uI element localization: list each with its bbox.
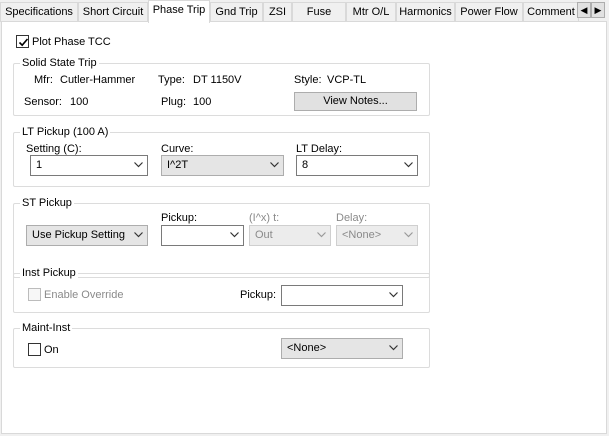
st-delay-select[interactable]: <None>: [336, 225, 418, 246]
checkmark-icon: [18, 38, 29, 47]
chevron-down-icon: [134, 232, 143, 238]
tab-phase-trip[interactable]: Phase Trip: [148, 0, 210, 23]
chevron-down-icon: [270, 162, 279, 168]
inst-pickup-title: Inst Pickup: [20, 266, 78, 280]
inst-pickup-label: Pickup:: [240, 289, 277, 301]
view-notes-button[interactable]: View Notes...: [294, 92, 417, 111]
plot-phase-tcc-checkbox[interactable]: [16, 35, 29, 48]
chevron-down-icon: [404, 162, 413, 168]
maint-inst-title: Maint-Inst: [20, 321, 73, 335]
lt-pickup-title: LT Pickup (100 A): [20, 125, 111, 139]
st-curve-value: Out: [255, 229, 273, 241]
tab-bar: Specifications Short Circuit Gnd Trip ZS…: [0, 0, 609, 23]
st-curve-label: (I^x) t:: [249, 212, 280, 224]
st-delay-label: Delay:: [336, 212, 368, 224]
maint-on-checkbox[interactable]: [28, 343, 41, 356]
maint-on-label: On: [44, 344, 59, 356]
lt-setting-value: 1: [36, 159, 43, 171]
lt-curve-value: I^2T: [167, 159, 189, 171]
lt-curve-label: Curve:: [161, 143, 194, 155]
tab-short-circuit[interactable]: Short Circuit: [78, 2, 148, 22]
st-mode-select[interactable]: Use Pickup Setting: [26, 225, 148, 246]
chevron-down-icon: [230, 232, 239, 238]
chevron-down-icon: [317, 232, 326, 238]
enable-override-checkbox[interactable]: [28, 288, 41, 301]
plot-phase-tcc-label: Plot Phase TCC: [32, 36, 111, 48]
tab-harmonics[interactable]: Harmonics: [396, 2, 455, 22]
st-curve-select[interactable]: Out: [249, 225, 331, 246]
chevron-down-icon: [134, 162, 143, 168]
st-pickup-select[interactable]: [161, 225, 244, 246]
type-value: DT 1150V: [193, 74, 242, 86]
mfr-label: Mfr:: [34, 74, 53, 86]
mfr-value: Cutler-Hammer: [60, 74, 136, 86]
maint-inst-value: <None>: [287, 342, 327, 354]
tab-power-flow[interactable]: Power Flow: [455, 2, 523, 22]
enable-override-label: Enable Override: [44, 289, 124, 301]
tab-specifications[interactable]: Specifications: [0, 2, 78, 22]
st-pickup-label: Pickup:: [161, 212, 198, 224]
lt-delay-select[interactable]: 8: [296, 155, 418, 176]
lt-setting-select[interactable]: 1: [30, 155, 148, 176]
chevron-down-icon: [389, 292, 398, 298]
lt-setting-label: Setting (C):: [26, 143, 82, 155]
plug-label: Plug:: [161, 96, 187, 108]
sensor-label: Sensor:: [24, 96, 62, 108]
tab-scroll-left-button[interactable]: ◀: [577, 2, 591, 18]
solid-state-trip-title: Solid State Trip: [20, 56, 99, 70]
style-label: Style:: [294, 74, 322, 86]
tab-gnd-trip[interactable]: Gnd Trip: [210, 2, 263, 22]
style-value: VCP-TL: [327, 74, 367, 86]
sensor-value: 100: [70, 96, 89, 108]
lt-delay-value: 8: [302, 159, 309, 171]
tab-fuse[interactable]: Fuse: [292, 2, 346, 22]
plug-value: 100: [193, 96, 212, 108]
type-label: Type:: [158, 74, 185, 86]
phase-trip-page: Plot Phase TCC Solid State Trip Mfr: Cut…: [1, 21, 607, 434]
tab-zsi[interactable]: ZSI: [263, 2, 292, 22]
chevron-down-icon: [404, 232, 413, 238]
maint-inst-select[interactable]: <None>: [281, 338, 403, 359]
tab-comment[interactable]: Comment: [523, 2, 579, 22]
inst-pickup-select[interactable]: [281, 285, 403, 306]
lt-delay-label: LT Delay:: [296, 143, 343, 155]
st-pickup-title: ST Pickup: [20, 196, 74, 210]
tab-scroll-right-button[interactable]: ▶: [591, 2, 605, 18]
lt-curve-select[interactable]: I^2T: [161, 155, 284, 176]
chevron-down-icon: [389, 345, 398, 351]
st-mode-value: Use Pickup Setting: [32, 229, 125, 241]
st-delay-value: <None>: [342, 229, 382, 241]
tab-mtr-ol[interactable]: Mtr O/L: [346, 2, 396, 22]
